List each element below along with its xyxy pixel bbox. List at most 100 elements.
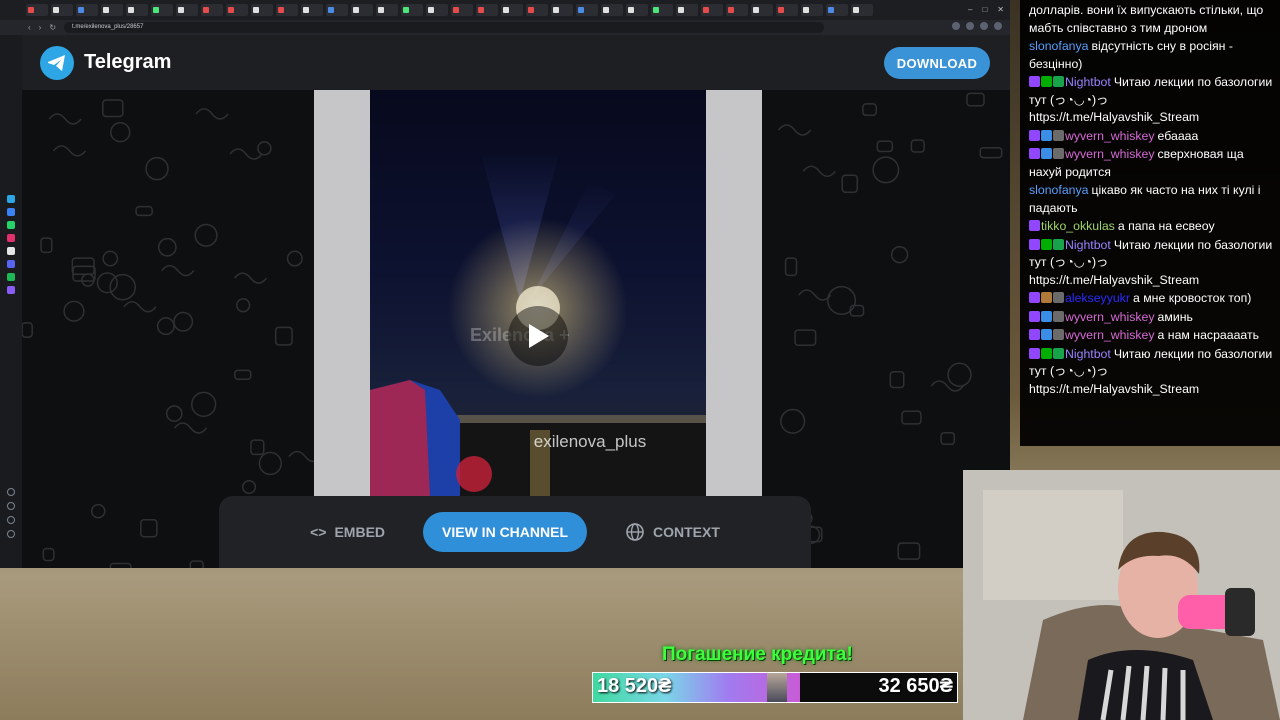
video-player[interactable]: Exilenova + exilenova_plus <box>370 90 706 496</box>
doodle-shape <box>890 245 909 264</box>
heart-icon[interactable] <box>7 488 15 496</box>
settings-icon[interactable] <box>7 530 15 538</box>
browser-tab[interactable] <box>651 4 673 16</box>
browser-tab[interactable] <box>26 4 48 16</box>
doodle-shape <box>157 237 177 257</box>
chat-username[interactable]: alekseyyukr <box>1065 291 1130 305</box>
browser-tab[interactable] <box>201 4 223 16</box>
browser-tab[interactable] <box>626 4 648 16</box>
globe-icon <box>626 523 644 541</box>
browser-tab[interactable] <box>501 4 523 16</box>
chat-username[interactable]: wyvern_whiskey <box>1065 310 1155 324</box>
stream-chat: долларів. вони їх випускають стільки, що… <box>1020 0 1280 446</box>
browser-tab[interactable] <box>476 4 498 16</box>
chat-username[interactable]: wyvern_whiskey <box>1065 129 1155 143</box>
chat-badge-icon <box>1053 292 1064 303</box>
browser-tab[interactable] <box>151 4 173 16</box>
browser-tab[interactable] <box>101 4 123 16</box>
doodle-shape <box>794 329 817 347</box>
tab-favicon-icon <box>378 7 384 13</box>
browser-tab[interactable] <box>701 4 723 16</box>
chat-badge-icon <box>1053 76 1064 87</box>
play-button[interactable] <box>508 306 568 366</box>
doodle-shape <box>910 139 925 153</box>
browser-tab[interactable] <box>826 4 848 16</box>
tab-favicon-icon <box>103 7 109 13</box>
chat-username[interactable]: tikko_okkulas <box>1041 219 1115 233</box>
chat-badge-icon <box>1053 129 1064 141</box>
extension-icon[interactable] <box>952 22 960 30</box>
minimize-button[interactable]: – <box>968 5 972 15</box>
chat-username[interactable]: slonofanya <box>1029 39 1088 53</box>
tab-favicon-icon <box>778 7 784 13</box>
browser-tab[interactable] <box>326 4 348 16</box>
forward-icon[interactable]: › <box>39 23 42 33</box>
twitch-icon[interactable] <box>7 286 15 294</box>
download-button[interactable]: DOWNLOAD <box>884 47 990 79</box>
browser-tab[interactable] <box>576 4 598 16</box>
browser-tab[interactable] <box>751 4 773 16</box>
chat-message: долларів. вони їх випускають стільки, що… <box>1029 2 1274 37</box>
extension-icon[interactable] <box>994 22 1002 30</box>
whatsapp-icon[interactable] <box>7 221 15 229</box>
browser-tab[interactable] <box>801 4 823 16</box>
telegram-logo-icon[interactable] <box>40 45 74 80</box>
back-icon[interactable]: ‹ <box>28 23 31 33</box>
browser-tab[interactable] <box>126 4 148 16</box>
discord-icon[interactable] <box>7 260 15 268</box>
browser-tab[interactable] <box>776 4 798 16</box>
telegram-icon[interactable] <box>7 195 15 203</box>
view-in-channel-button[interactable]: VIEW IN CHANNEL <box>423 512 588 552</box>
browser-tab[interactable] <box>376 4 398 16</box>
doodle-shape <box>257 141 272 156</box>
telegram-brand-title[interactable]: Telegram <box>84 51 171 74</box>
tab-favicon-icon <box>828 7 834 13</box>
browser-tab[interactable] <box>176 4 198 16</box>
close-button[interactable]: ✕ <box>997 5 1004 15</box>
reload-icon[interactable]: ↻ <box>49 23 56 33</box>
history-icon[interactable] <box>7 502 15 510</box>
instagram-icon[interactable] <box>7 234 15 242</box>
tab-favicon-icon <box>153 7 159 13</box>
extension-icon[interactable] <box>966 22 974 30</box>
chat-username[interactable]: wyvern_whiskey <box>1065 328 1155 342</box>
streamer-image <box>963 470 1280 720</box>
embed-button[interactable]: <> EMBED <box>310 524 385 540</box>
browser-tab[interactable] <box>276 4 298 16</box>
x-icon[interactable] <box>7 247 15 255</box>
browser-tab[interactable] <box>426 4 448 16</box>
chat-username[interactable]: Nightbot <box>1065 75 1111 89</box>
download-icon[interactable] <box>7 516 15 524</box>
maximize-button[interactable]: □ <box>982 5 987 15</box>
browser-tab[interactable] <box>351 4 373 16</box>
browser-tab[interactable] <box>526 4 548 16</box>
browser-tab[interactable] <box>851 4 873 16</box>
browser-tab[interactable] <box>676 4 698 16</box>
chat-text: аминь <box>1157 309 1193 324</box>
browser-tab[interactable] <box>726 4 748 16</box>
chat-username[interactable]: slonofanya <box>1029 183 1088 197</box>
chat-username[interactable]: Nightbot <box>1065 238 1111 252</box>
browser-tab[interactable] <box>601 4 623 16</box>
browser-tab[interactable] <box>301 4 323 16</box>
chat-username[interactable]: wyvern_whiskey <box>1065 147 1155 161</box>
browser-tab[interactable] <box>51 4 73 16</box>
chat-username[interactable]: Nightbot <box>1065 347 1111 361</box>
browser-tab[interactable] <box>551 4 573 16</box>
chat-badge-icon <box>1029 129 1040 141</box>
browser-tab[interactable] <box>76 4 98 16</box>
doodle-shape <box>286 250 303 267</box>
browser-tab[interactable] <box>451 4 473 16</box>
chat-badge-icon <box>1053 310 1064 322</box>
extension-icon[interactable] <box>980 22 988 30</box>
browser-tab[interactable] <box>251 4 273 16</box>
browser-tab[interactable] <box>401 4 423 16</box>
spotify-icon[interactable] <box>7 273 15 281</box>
url-input[interactable]: t.me/exilenova_plus/28657 <box>64 22 825 33</box>
chat-message: wyvern_whiskey а нам насраааать <box>1029 327 1274 345</box>
tab-favicon-icon <box>328 7 334 13</box>
tab-favicon-icon <box>628 7 634 13</box>
messenger-icon[interactable] <box>7 208 15 216</box>
browser-tab[interactable] <box>226 4 248 16</box>
context-button[interactable]: CONTEXT <box>625 522 720 542</box>
